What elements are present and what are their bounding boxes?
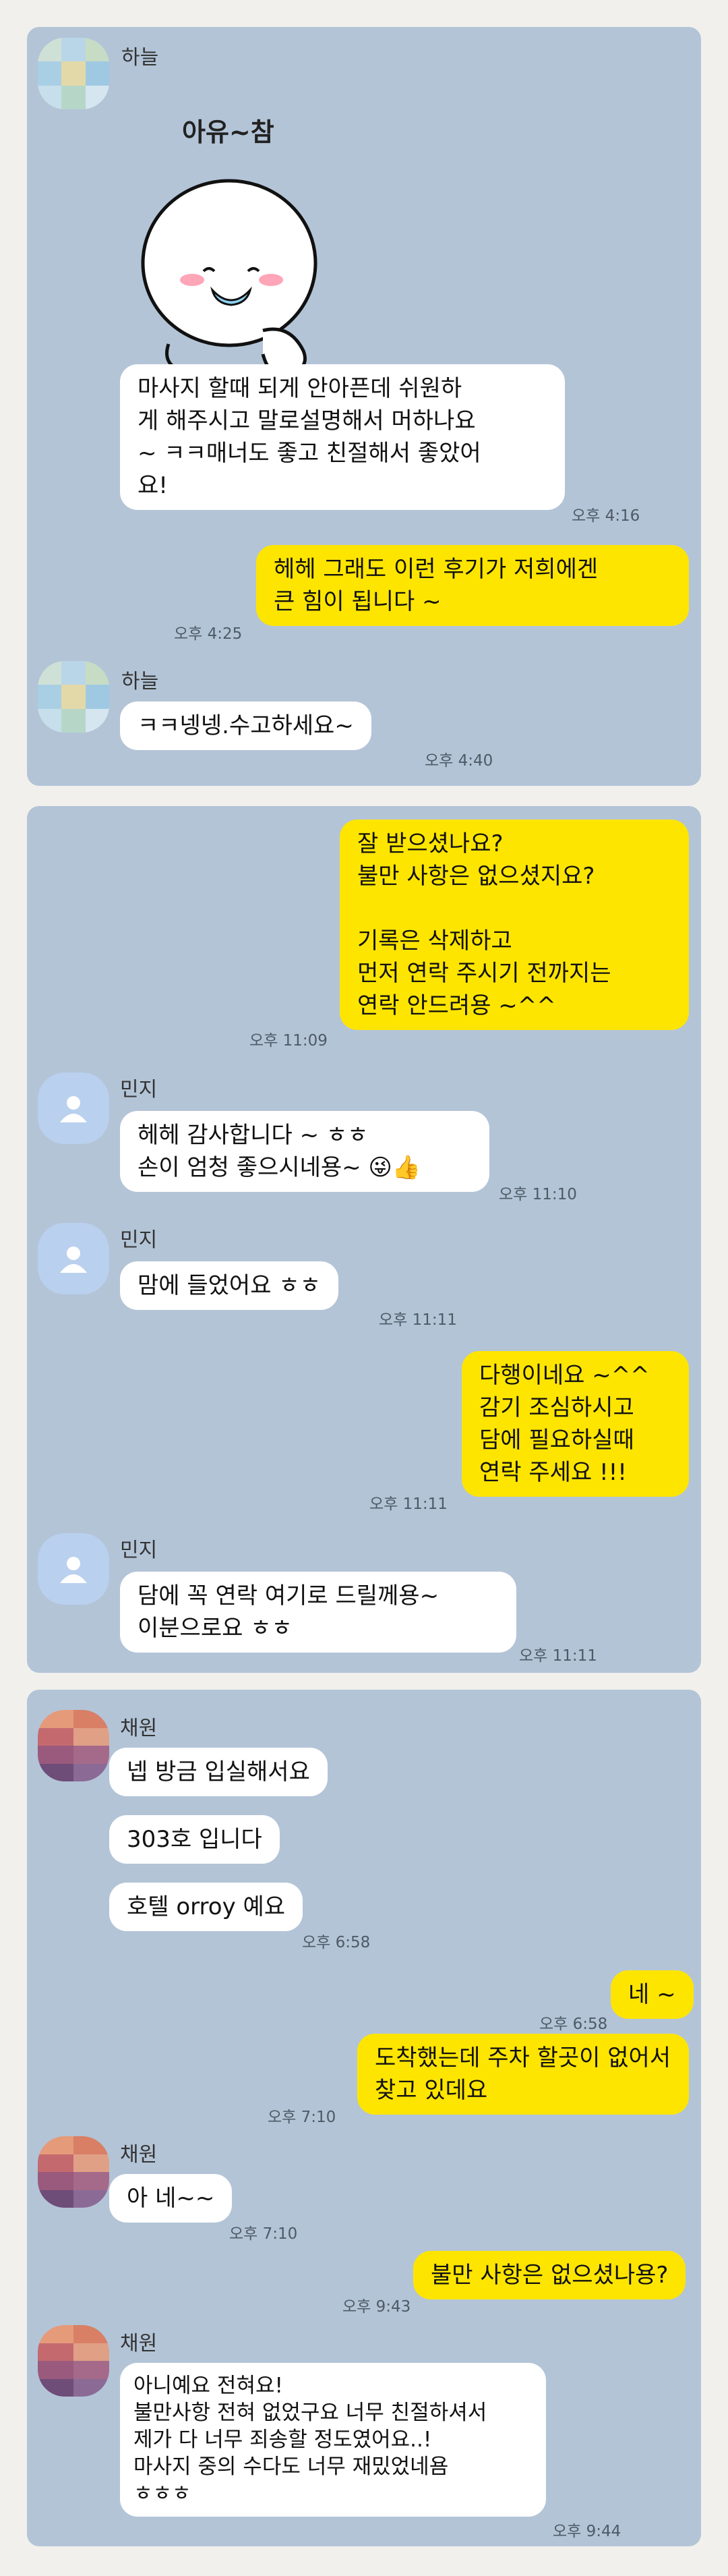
message-time: 오후 11:11 <box>519 1647 597 1665</box>
sender-name: 하늘 <box>121 670 159 693</box>
sender-name: 민지 <box>120 1078 158 1101</box>
message-bubble-sent[interactable]: 잘 받으셨나요? 불만 사항은 없으셨지요? 기록은 삭제하고 먼저 연락 주시… <box>340 820 689 1030</box>
message-bubble-sent[interactable]: 다행이네요 ~^^ 감기 조심하시고 담에 필요하실때 연락 주세요 !!! <box>462 1351 689 1497</box>
message-bubble-received[interactable]: 넵 방금 입실해서요 <box>109 1748 328 1796</box>
message-time: 오후 7:10 <box>229 2225 298 2243</box>
chat-panel-2: 잘 받으셨나요? 불만 사항은 없으셨지요? 기록은 삭제하고 먼저 연락 주시… <box>27 806 701 1673</box>
message-time: 오후 4:25 <box>174 625 243 643</box>
message-bubble-sent[interactable]: 도착했는데 주차 할곳이 없어서 찾고 있데요 <box>357 2034 689 2115</box>
message-bubble-received[interactable]: 호텔 orroy 예요 <box>109 1883 303 1931</box>
message-time: 오후 11:11 <box>369 1495 448 1513</box>
message-time: 오후 11:10 <box>499 1186 577 1203</box>
chat-panel-3: 채원 넵 방금 입실해서요 303호 입니다 호텔 orroy 예요 오후 6:… <box>27 1690 701 2546</box>
message-time: 오후 9:44 <box>553 2523 621 2540</box>
message-bubble-received[interactable]: 맘에 들었어요 ㅎㅎ <box>120 1261 338 1310</box>
avatar-chaewon[interactable] <box>38 2325 109 2397</box>
sender-name: 채원 <box>120 2143 158 2167</box>
avatar-minji[interactable] <box>38 1223 109 1294</box>
sticker-character-icon <box>141 179 317 377</box>
message-time: 오후 4:40 <box>425 752 493 770</box>
sender-name: 채원 <box>120 2332 158 2355</box>
message-bubble-received[interactable]: 마사지 할때 되게 안아픈데 쉬원하 게 해주시고 말로설명해서 머하나요 ~ … <box>120 364 565 510</box>
avatar-minji[interactable] <box>38 1533 109 1605</box>
message-bubble-sent[interactable]: 불만 사항은 없으셨나용? <box>413 2251 686 2299</box>
message-time: 오후 11:09 <box>249 1032 328 1050</box>
person-icon <box>60 1247 87 1273</box>
sender-name: 민지 <box>120 1228 158 1252</box>
avatar-chaewon[interactable] <box>38 2136 109 2208</box>
chat-panel-1: 하늘 아유~참 마사지 할때 되게 안아픈데 쉬원하 게 해주시고 말로설명해서… <box>27 27 701 786</box>
person-icon <box>60 1096 87 1122</box>
person-icon <box>60 1557 87 1583</box>
message-bubble-received[interactable]: 헤헤 감사합니다 ~ ㅎㅎ 손이 엄청 좋으시네용~ 😜👍 <box>120 1111 489 1192</box>
message-bubble-sent[interactable]: 네 ~ <box>611 1970 694 2019</box>
avatar-chaewon[interactable] <box>38 1710 109 1781</box>
message-time: 오후 4:16 <box>572 507 640 525</box>
sender-name: 채원 <box>120 1717 158 1740</box>
message-time: 오후 6:58 <box>539 2015 608 2033</box>
message-bubble-received[interactable]: 303호 입니다 <box>109 1815 280 1864</box>
message-bubble-received[interactable]: 담에 꼭 연락 여기로 드릴께용~ 이분으로요 ㅎㅎ <box>120 1572 516 1653</box>
sender-name: 하늘 <box>121 46 159 69</box>
message-bubble-received[interactable]: 아 네~~ <box>109 2174 233 2223</box>
avatar-minji[interactable] <box>38 1072 109 1144</box>
avatar-haneul[interactable] <box>38 38 109 109</box>
message-time: 오후 7:10 <box>268 2109 336 2126</box>
sticker-ayu-cham[interactable]: 아유~참 <box>128 88 357 378</box>
message-time: 오후 6:58 <box>302 1934 371 1951</box>
avatar-haneul[interactable] <box>38 661 109 733</box>
message-time: 오후 11:11 <box>379 1311 457 1329</box>
message-bubble-received[interactable]: ㅋㅋ넹넹.수고하세요~ <box>120 702 371 750</box>
message-bubble-sent[interactable]: 헤헤 그래도 이런 후기가 저희에겐 큰 힘이 됩니다 ~ <box>256 545 689 626</box>
message-bubble-received[interactable]: 아니예요 전혀요! 불만사항 전혀 없었구요 너무 친절하셔서 제가 다 너무 … <box>120 2363 546 2517</box>
sender-name: 민지 <box>120 1539 158 1562</box>
message-time: 오후 9:43 <box>342 2298 411 2316</box>
